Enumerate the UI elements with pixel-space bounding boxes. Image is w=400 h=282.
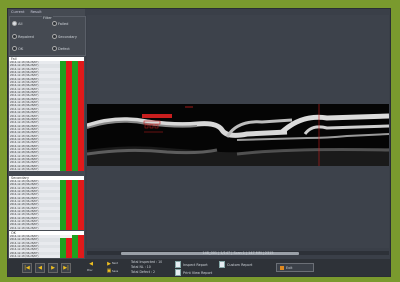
- secondary-section: Secondary 2014-12-18 (96,28/67) 2014-12-1…: [9, 176, 84, 231]
- last-button[interactable]: ▶|: [61, 263, 71, 273]
- secondary-list: 2014-12-18 (96,28/67) 2014-12-18 (96,28/6…: [9, 180, 84, 231]
- radio-dot: [52, 46, 57, 51]
- next-image-label: Next: [112, 262, 118, 265]
- panel-tabs: Current Result: [9, 10, 44, 15]
- filter-secondary-radio[interactable]: Secondary: [52, 34, 77, 39]
- image-status-line: 148_001 | 1/147 | Scan 1 | 147 MM | 2315: [202, 251, 274, 255]
- radio-dot: [52, 34, 57, 39]
- ok-section: OK 2014-12-18 (96,28/67) 2014-12-18 (96,2…: [9, 231, 84, 259]
- first-button[interactable]: |◀: [22, 263, 32, 273]
- fail-list: 2014-12-18 (96,28/67) 2014-12-18 (96,28/6…: [9, 61, 84, 172]
- prev-image-button[interactable]: ◀: [86, 260, 96, 268]
- print-view-report-button[interactable]: Print View Report: [175, 269, 212, 276]
- total-nl: Total NL : 10: [131, 265, 151, 269]
- list-item[interactable]: 2014-12-18 (96,28/67): [9, 226, 84, 231]
- filter-all-radio[interactable]: All: [12, 21, 22, 26]
- list-item-label: 2014-12-18 (96,28/67): [10, 168, 39, 171]
- total-inspected: Total Inspected : 10: [131, 260, 163, 264]
- status-cell: [78, 168, 84, 172]
- filter-failed-radio[interactable]: Failed: [52, 21, 68, 26]
- radio-dot: [12, 21, 17, 26]
- filter-defect-radio[interactable]: Defect: [52, 46, 70, 51]
- list-item-label: 2014-12-18 (96,28/67): [10, 255, 39, 259]
- ok-list: 2014-12-18 (96,28/67) 2014-12-18 (96,28/6…: [9, 235, 84, 259]
- fail-section: Fail 2014-12-18 (96,28/67) 2014-12-18 (96…: [9, 57, 84, 172]
- save-label: Save: [112, 270, 119, 273]
- document-icon: [175, 261, 181, 268]
- inspection-image[interactable]: [87, 104, 389, 166]
- app-window: Current Result Filter All Failed Repaire…: [7, 8, 391, 277]
- scan-image-svg: [87, 104, 389, 166]
- radio-dot: [12, 34, 17, 39]
- document-icon: [175, 269, 181, 276]
- status-cell: [78, 255, 84, 259]
- custom-report-button[interactable]: Custom Report: [219, 261, 252, 268]
- list-item[interactable]: 2014-12-18 (96,28/67): [9, 168, 84, 172]
- radio-dot: [12, 46, 17, 51]
- tab-current[interactable]: Current: [9, 10, 27, 15]
- filter-title: Filter: [42, 16, 53, 20]
- list-item[interactable]: 2014-12-18 (96,28/67): [9, 255, 84, 259]
- previous-button[interactable]: ◀: [35, 263, 45, 273]
- tab-result[interactable]: Result: [29, 10, 44, 15]
- inspect-report-button[interactable]: Inspect Report: [175, 261, 208, 268]
- exit-button[interactable]: Exit: [276, 263, 314, 272]
- prev-image-label: Prev: [87, 269, 93, 272]
- list-item-label: 2014-12-18 (96,28/67): [10, 226, 39, 230]
- total-defect: Total Defect : 2: [131, 270, 156, 274]
- filter-repaired-radio[interactable]: Repaired: [12, 34, 34, 39]
- bottom-toolbar: |◀ ◀ ▶ ▶| ◀ ▶ ▣ Prev Next Save Total Ins…: [8, 259, 390, 276]
- status-cell: [78, 226, 84, 231]
- image-viewer[interactable]: [87, 15, 389, 255]
- result-panel: Current Result Filter All Failed Repaire…: [8, 9, 86, 259]
- exit-icon: [280, 265, 284, 270]
- document-icon: [219, 261, 225, 268]
- filter-group: Filter All Failed Repaired Secondary OK …: [9, 16, 86, 56]
- filter-ok-radio[interactable]: OK: [12, 46, 23, 51]
- next-button[interactable]: ▶: [48, 263, 58, 273]
- radio-dot: [52, 21, 57, 26]
